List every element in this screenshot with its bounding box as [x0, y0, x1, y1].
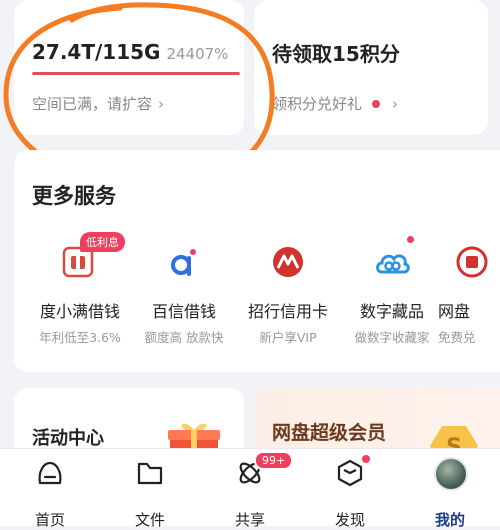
activity-title: 活动中心 — [32, 428, 104, 449]
share-icon: 99+ — [234, 451, 294, 489]
points-title: 待领取15积分 — [272, 42, 400, 66]
service-name: 招行信用卡 — [247, 302, 328, 321]
tab-label: 文件 — [134, 511, 165, 529]
service-desc: 新户享VIP — [259, 330, 317, 345]
tab-home[interactable]: 首页 — [0, 457, 100, 530]
baixin-icon — [164, 242, 204, 282]
chevron-right-icon: › — [158, 95, 165, 113]
service-name: 数字藏品 — [359, 302, 424, 321]
folder-icon — [134, 457, 166, 489]
tab-mine[interactable]: 我的 — [400, 457, 500, 530]
tab-discover[interactable]: 发现 — [300, 455, 400, 530]
chevron-right-icon: › — [392, 95, 399, 113]
tab-label: 首页 — [34, 511, 65, 529]
tab-files[interactable]: 文件 — [100, 457, 200, 530]
service-item-cmb[interactable]: 招行信用卡 新户享VIP — [232, 242, 344, 346]
service-name: 网盘 — [438, 302, 471, 321]
service-desc: 做数字收藏家 — [354, 330, 430, 345]
notification-dot — [362, 455, 370, 463]
points-redeem-link[interactable]: 领积分兑好礼 › — [272, 93, 398, 114]
storage-subtitle: 空间已满，请扩容 — [32, 95, 153, 113]
service-name: 度小满借钱 — [39, 302, 120, 321]
storage-expand-link[interactable]: 空间已满，请扩容 › — [32, 93, 164, 114]
storage-percent: 24407% — [166, 45, 229, 63]
tab-label: 发现 — [334, 511, 365, 529]
share-badge: 99+ — [254, 451, 294, 470]
storage-card[interactable]: 27.4T/115G 24407% 空间已满，请扩容 › — [14, 0, 244, 135]
service-item-pan[interactable]: 网盘 免费兑 — [438, 242, 500, 346]
cloud-icon — [372, 236, 414, 282]
pan-icon — [452, 242, 492, 282]
service-desc: 免费兑 — [438, 330, 476, 345]
service-item-baixin[interactable]: 百信借钱 额度高 放款快 — [128, 242, 240, 346]
service-desc: 额度高 放款快 — [144, 330, 224, 345]
tab-share[interactable]: 99+ 共享 — [200, 451, 300, 530]
storage-usage: 27.4T/115G 24407% — [32, 40, 228, 64]
storage-usage-text: 27.4T/115G — [32, 40, 161, 64]
discover-icon — [334, 455, 370, 489]
notification-dot — [372, 99, 381, 108]
storage-progress-bar — [32, 72, 240, 75]
storage-progress-fill — [32, 72, 240, 75]
service-desc: 年利低至3.6% — [39, 330, 121, 345]
service-item-digital-collection[interactable]: 数字藏品 做数字收藏家 — [336, 236, 448, 346]
home-icon — [34, 457, 66, 489]
user-avatar-image — [434, 457, 468, 491]
bottom-tab-bar: 首页 文件 99+ 共享 发现 我的 — [0, 448, 500, 529]
tab-label: 共享 — [234, 511, 265, 529]
service-name: 百信借钱 — [151, 302, 216, 321]
loan-icon: 低利息 — [60, 232, 125, 282]
vip-title: 网盘超级会员 — [272, 422, 387, 444]
more-services-card: 更多服务 低利息 度小满借钱 年利低至3.6% 百信借钱 额度高 放款快 招行信… — [14, 150, 500, 372]
points-subtitle: 领积分兑好礼 — [272, 95, 363, 113]
cmb-icon — [268, 242, 308, 282]
notification-dot — [407, 236, 414, 243]
avatar — [434, 457, 468, 491]
tab-label: 我的 — [434, 511, 465, 529]
low-interest-tag: 低利息 — [80, 232, 125, 252]
service-item-duxiaoman[interactable]: 低利息 度小满借钱 年利低至3.6% — [24, 232, 136, 346]
services-title: 更多服务 — [32, 184, 116, 208]
points-card[interactable]: 待领取15积分 领积分兑好礼 › — [254, 0, 488, 135]
